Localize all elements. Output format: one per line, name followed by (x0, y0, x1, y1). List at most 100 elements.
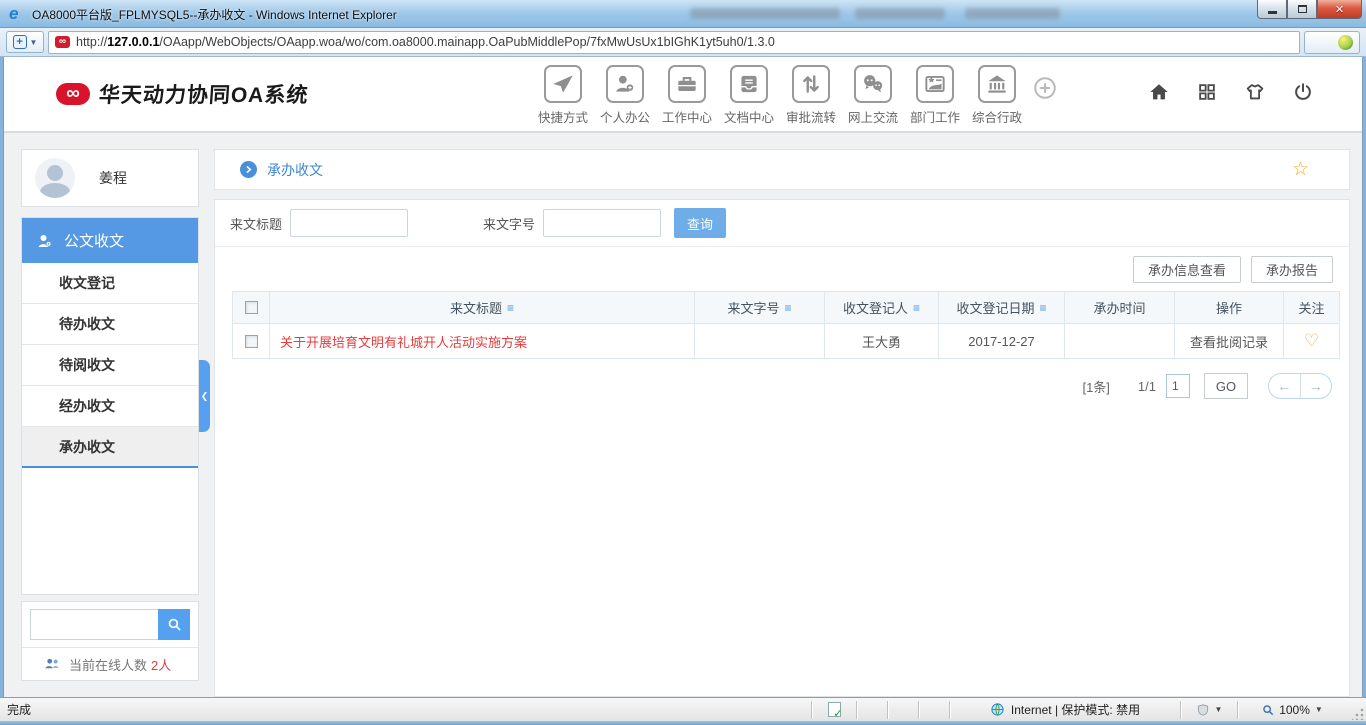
content-panel: 来文标题 来文字号 查询 承办信息查看 承办报告 来文标题 ≡ 来文字号 ≡ 收文登 (214, 199, 1350, 697)
main-nav: 快捷方式 个人办公 工作中心 文档中心 审批流转 网上交流 部门工作 综合行政 (532, 65, 1058, 126)
pagination-page: 1/1 (1137, 378, 1156, 394)
filter-title-label: 来文标题 (230, 216, 283, 232)
page-viewport: ∞ 华天动力协同OA系统 快捷方式 个人办公 工作中心 文档中心 审批流转 网上… (3, 57, 1363, 697)
col-registrant[interactable]: 收文登记人 ≡ (825, 291, 939, 324)
sidebar-item-receive-register[interactable]: 收文登记 (22, 263, 198, 304)
chevron-down-icon: ▼ (1314, 705, 1323, 714)
sidebar-item-undertake-docs[interactable]: 承办收文 (22, 427, 198, 468)
title-bar[interactable]: e OA8000平台版_FPLMYSQL5--承办收文 - Windows In… (0, 0, 1366, 28)
nav-item-personal-office[interactable]: 个人办公 (594, 65, 656, 126)
nav-add-button[interactable] (1032, 75, 1058, 106)
online-users-row: 当前在线人数 2人 (22, 647, 198, 680)
filter-title-input[interactable] (290, 209, 409, 237)
sidebar-collapse-handle[interactable]: ❮ (199, 360, 210, 432)
nav-item-department-work[interactable]: 部门工作 (904, 65, 966, 126)
row-checkbox[interactable] (244, 334, 258, 348)
sidebar-menu: 公文收文 收文登记 待办收文 待阅收文 经办收文 承办收文 (21, 217, 199, 595)
plus-circle-icon (1034, 77, 1056, 99)
nav-item-document-center[interactable]: 文档中心 (718, 65, 780, 126)
row-registrant: 王大勇 (825, 324, 939, 359)
sidebar-section-official-docs[interactable]: 公文收文 (22, 218, 198, 263)
sort-icon[interactable]: ≡ (507, 301, 514, 315)
row-title-link[interactable]: 关于开展培育文明有礼城开人活动实施方案 (270, 324, 695, 359)
minimize-button[interactable] (1257, 0, 1287, 19)
prev-page-arrow-icon[interactable]: ← (1269, 374, 1301, 398)
col-operation: 操作 (1175, 291, 1284, 324)
view-approval-records-link[interactable]: 查看批阅记录 (1175, 324, 1284, 359)
url-input[interactable]: ∞ http://127.0.0.1/OAapp/WebObjects/OAap… (48, 30, 1300, 54)
filter-bar: 来文标题 来文字号 查询 (215, 200, 1349, 247)
paper-plane-icon (544, 65, 582, 103)
up-down-arrows-icon (792, 65, 830, 103)
power-icon[interactable] (1292, 81, 1314, 108)
table-actions: 承办信息查看 承办报告 (215, 247, 1349, 291)
compat-view-control[interactable]: ▼ (1181, 698, 1237, 721)
col-docno[interactable]: 来文字号 ≡ (695, 291, 825, 324)
page-number-input[interactable] (1166, 374, 1190, 398)
online-users-count: 2人 (151, 657, 172, 673)
documents-table: 来文标题 ≡ 来文字号 ≡ 收文登记人 ≡ 收文登记日期 ≡ 承办时间 操作 关注 关于… (232, 291, 1340, 359)
theme-shirt-icon[interactable] (1244, 81, 1266, 108)
picture-star-icon (916, 65, 954, 103)
briefcase-icon (668, 65, 706, 103)
safe-browser-orb-icon (1338, 34, 1353, 50)
next-page-arrow-icon[interactable]: → (1301, 374, 1332, 398)
col-reg-date[interactable]: 收文登记日期 ≡ (939, 291, 1065, 324)
nav-item-shortcuts[interactable]: 快捷方式 (532, 65, 594, 126)
security-zone-text: Internet | 保护模式: 禁用 (1010, 703, 1141, 717)
nav-item-work-center[interactable]: 工作中心 (656, 65, 718, 126)
sidebar-search (30, 609, 190, 640)
sort-icon[interactable]: ≡ (913, 301, 920, 315)
security-zone: Internet | 保护模式: 禁用 (950, 698, 1180, 721)
user-name: 姜程 (99, 170, 127, 186)
bank-icon (978, 65, 1016, 103)
zoom-control[interactable]: 100% ▼ (1238, 698, 1346, 721)
sidebar-search-input[interactable] (30, 609, 158, 640)
background-window-bleed (690, 8, 840, 19)
undertake-report-button[interactable]: 承办报告 (1250, 255, 1333, 283)
row-select-cell (232, 324, 270, 359)
sidebar-item-to-read-docs[interactable]: 待阅收文 (22, 345, 198, 386)
user-card[interactable]: 姜程 (21, 149, 199, 207)
url-text: http://127.0.0.1/OAapp/WebObjects/OAapp.… (76, 35, 775, 49)
sidebar-item-handled-docs[interactable]: 经办收文 (22, 386, 198, 427)
chevron-down-icon: ▼ (29, 37, 38, 47)
sidebar-item-pending-docs[interactable]: 待办收文 (22, 304, 198, 345)
background-window-bleed (855, 8, 945, 19)
heart-icon[interactable]: ♡ (1304, 331, 1319, 351)
chevron-down-icon: ▼ (1214, 705, 1223, 714)
add-favorite-button[interactable]: + ▼ (6, 31, 44, 53)
close-button[interactable]: ✕ (1317, 0, 1362, 19)
app-logo-text: 华天动力协同OA系统 (98, 84, 310, 107)
table-header-row: 来文标题 ≡ 来文字号 ≡ 收文登记人 ≡ 收文登记日期 ≡ 承办时间 操作 关注 (232, 291, 1340, 324)
select-all-cell (232, 291, 270, 324)
select-all-checkbox[interactable] (244, 301, 258, 314)
query-button[interactable]: 查询 (674, 208, 727, 238)
background-window-bleed (965, 8, 1060, 19)
go-button[interactable]: GO (1204, 373, 1248, 399)
apps-grid-icon[interactable] (1196, 81, 1218, 108)
site-favicon-icon: ∞ (55, 36, 70, 48)
compat-shield-icon (1197, 703, 1208, 716)
col-handle-time: 承办时间 (1065, 291, 1175, 324)
nav-item-general-admin[interactable]: 综合行政 (966, 65, 1028, 126)
table-row: 关于开展培育文明有礼城开人活动实施方案 王大勇 2017-12-27 查看批阅记… (232, 324, 1340, 359)
browser-extension-button[interactable] (1304, 30, 1360, 54)
sort-icon[interactable]: ≡ (1040, 301, 1047, 315)
home-icon[interactable] (1148, 81, 1170, 108)
row-docno (695, 324, 825, 359)
app-logo: ∞ 华天动力协同OA系统 (56, 79, 309, 109)
filter-docno-input[interactable] (543, 209, 662, 237)
nav-item-online-chat[interactable]: 网上交流 (842, 65, 904, 126)
nav-item-approval-flow[interactable]: 审批流转 (780, 65, 842, 126)
sidebar-search-button[interactable] (158, 609, 190, 640)
window-bottom-border (0, 721, 1366, 725)
maximize-button[interactable] (1287, 0, 1317, 19)
resize-grip[interactable] (1352, 707, 1364, 720)
ie-logo-icon: e (9, 4, 19, 23)
sort-icon[interactable]: ≡ (785, 301, 792, 315)
undertake-info-view-button[interactable]: 承办信息查看 (1132, 255, 1241, 283)
favorite-star-icon[interactable]: ☆ (1292, 158, 1309, 181)
breadcrumb-bar: 承办收文 ☆ (214, 149, 1350, 190)
col-title[interactable]: 来文标题 ≡ (270, 291, 695, 324)
